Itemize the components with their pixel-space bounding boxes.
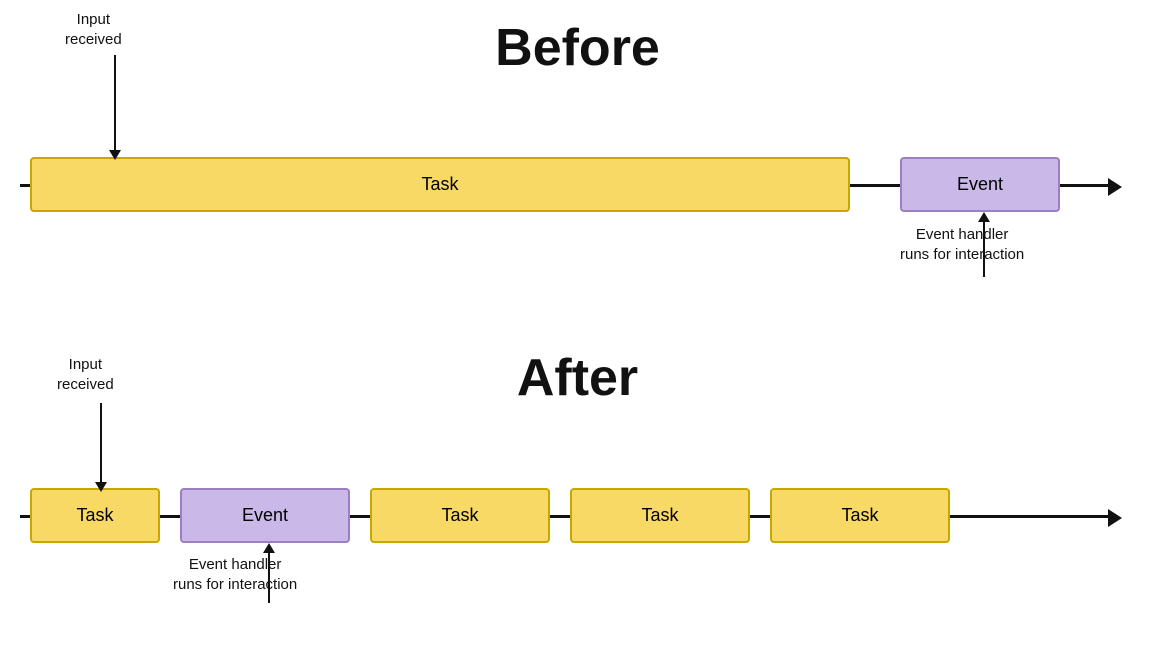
- after-task1-label: Task: [76, 505, 113, 526]
- after-input-arrow: [95, 403, 107, 492]
- before-input-annotation: Input received: [65, 10, 122, 49]
- after-task3-box: Task: [570, 488, 750, 543]
- before-input-arrow: [109, 55, 121, 160]
- after-event-annotation: Event handler runs for interaction: [173, 555, 297, 594]
- after-task3-label: Task: [641, 505, 678, 526]
- before-event-annotation: Event handler runs for interaction: [900, 225, 1024, 264]
- after-event-label: Event: [242, 505, 288, 526]
- after-task2-box: Task: [370, 488, 550, 543]
- before-task-label: Task: [421, 174, 458, 195]
- title-before: Before: [0, 18, 1155, 78]
- after-task4-label: Task: [841, 505, 878, 526]
- diagram-container: Before Task Event Input received Event h…: [0, 0, 1155, 647]
- after-task2-label: Task: [441, 505, 478, 526]
- after-input-annotation: Input received: [57, 355, 114, 394]
- after-task1-box: Task: [30, 488, 160, 543]
- after-task4-box: Task: [770, 488, 950, 543]
- before-event-box: Event: [900, 157, 1060, 212]
- after-event-box: Event: [180, 488, 350, 543]
- timeline-arrow-after: [1108, 509, 1122, 527]
- before-event-label: Event: [957, 174, 1003, 195]
- title-after: After: [0, 348, 1155, 408]
- timeline-arrow-before: [1108, 178, 1122, 196]
- before-task-box: Task: [30, 157, 850, 212]
